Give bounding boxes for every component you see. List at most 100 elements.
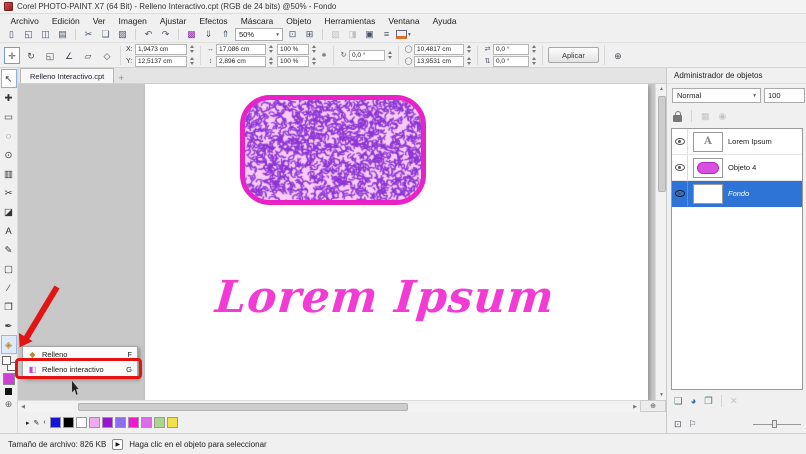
position-x-field[interactable]: 1,9473 cm — [135, 43, 187, 55]
menu-ver[interactable]: Ver — [86, 16, 112, 26]
menu-edicion[interactable]: Edición — [45, 16, 86, 26]
copy-icon[interactable]: ❏ — [98, 28, 113, 41]
fit-page-icon[interactable]: ⊡ — [674, 419, 682, 430]
navigator-button[interactable]: ⊕ — [640, 400, 666, 412]
spinner[interactable] — [267, 57, 274, 65]
spinner[interactable] — [310, 45, 317, 53]
menu-objeto[interactable]: Objeto — [280, 16, 318, 26]
palette-swatch[interactable] — [127, 417, 139, 428]
duplicate-object-button[interactable]: ❐ — [704, 396, 713, 407]
new-object-button[interactable]: ❏ — [674, 396, 683, 407]
palette-prev-icon[interactable]: ‹ — [43, 419, 45, 426]
vertical-scroll-thumb[interactable] — [657, 96, 666, 192]
paint-tool-icon[interactable]: ✎ — [1, 240, 17, 259]
spinner[interactable] — [267, 45, 274, 53]
undo-icon[interactable]: ↶ — [141, 28, 156, 41]
export-icon[interactable]: ⇑ — [218, 28, 233, 41]
transform-skew-button[interactable]: ∠ — [61, 47, 77, 64]
pick-tool-icon[interactable]: ↖ — [0, 69, 17, 88]
skew-h-field[interactable]: 0,0 ° — [493, 43, 529, 55]
cut-icon[interactable]: ✂ — [81, 28, 96, 41]
lorem-ipsum-text-object[interactable]: Lorem Ipsum — [153, 272, 617, 323]
polygon-tool-icon[interactable]: ❒ — [1, 297, 17, 316]
palette-scroll-icon[interactable]: ▸ — [26, 419, 30, 427]
palette-swatch[interactable] — [62, 417, 74, 428]
line-tool-icon[interactable]: ∕ — [1, 278, 17, 297]
center-origin-icon[interactable]: ◯ — [404, 45, 413, 53]
opacity-field[interactable]: 100 — [764, 88, 805, 103]
visibility-toggle[interactable] — [672, 155, 688, 180]
rounded-rectangle-object[interactable] — [240, 95, 426, 205]
spinner[interactable] — [530, 57, 537, 65]
window-layout-dropdown[interactable]: ▾ — [396, 30, 411, 39]
eyedropper-tool-icon[interactable]: ✒ — [1, 316, 17, 335]
proportional-lock-icon[interactable]: ✱ — [320, 52, 328, 59]
object-height-field[interactable]: 2,896 cm — [216, 55, 266, 67]
zoom-slider[interactable] — [753, 419, 801, 429]
mask-transform-tool-icon[interactable]: ✚ — [1, 88, 17, 107]
skew-v-field[interactable]: 0,0 ° — [493, 55, 529, 67]
zoom-level-combo[interactable]: 50% ▾ — [235, 28, 283, 41]
vertical-scrollbar[interactable]: ▲ ▼ — [655, 84, 666, 400]
apply-button[interactable]: Aplicar — [548, 47, 599, 63]
paste-icon[interactable]: ▨ — [115, 28, 130, 41]
rectangle-mask-tool-icon[interactable]: ▭ — [1, 107, 17, 126]
text-tool-icon[interactable]: A — [1, 221, 17, 240]
rectangle-tool-icon[interactable]: ▢ — [1, 259, 17, 278]
customize-toolbox-icon[interactable]: ⊕ — [5, 399, 13, 410]
pan-flag-icon[interactable]: ⚐ — [689, 419, 697, 430]
import-icon[interactable]: ⇓ — [201, 28, 216, 41]
slider-handle[interactable] — [772, 420, 777, 428]
spinner[interactable] — [465, 45, 472, 53]
foreground-color-swatch[interactable] — [2, 373, 15, 385]
print-icon[interactable]: ▤ — [55, 28, 70, 41]
background-color-swatch[interactable] — [5, 388, 12, 395]
palette-swatch[interactable] — [49, 417, 61, 428]
show-rulers-icon[interactable]: ⊞ — [302, 28, 317, 41]
object-width-field[interactable]: 17,086 cm — [216, 43, 266, 55]
center-x-field[interactable]: 10,4817 cm — [414, 43, 464, 55]
scale-h-field[interactable]: 100 % — [277, 43, 309, 55]
transform-rotate-button[interactable]: ↻ — [23, 47, 39, 64]
palette-swatch[interactable] — [101, 417, 113, 428]
palette-swatch[interactable] — [75, 417, 87, 428]
spinner[interactable] — [188, 45, 195, 53]
spinner[interactable] — [188, 57, 195, 65]
layer-row-lorem-ipsum[interactable]: A Lorem Ipsum — [672, 129, 802, 155]
redo-icon[interactable]: ↷ — [158, 28, 173, 41]
open-icon[interactable]: ◱ — [21, 28, 36, 41]
transform-position-button[interactable]: ✛ — [4, 46, 20, 64]
menu-ayuda[interactable]: Ayuda — [426, 16, 463, 26]
position-y-field[interactable]: 12,5137 cm — [135, 55, 187, 67]
palette-swatch[interactable] — [140, 417, 152, 428]
transform-distort-button[interactable]: ▱ — [80, 47, 96, 64]
clone-tool-icon[interactable]: ▥ — [1, 164, 17, 183]
horizontal-scrollbar[interactable]: ◀ ▶ — [18, 400, 640, 412]
menu-ajustar[interactable]: Ajustar — [153, 16, 192, 26]
lock-transparency-icon[interactable] — [673, 110, 682, 122]
eraser-tool-icon[interactable]: ◪ — [1, 202, 17, 221]
freehand-mask-tool-icon[interactable]: ◌ — [1, 126, 17, 145]
center-y-field[interactable]: 13,9531 cm — [414, 55, 464, 67]
rotation-angle-field[interactable]: 0,0 ° — [349, 49, 385, 61]
layer-row-objeto-4[interactable]: Objeto 4 — [672, 155, 802, 181]
image-adjustment-lab-icon[interactable]: ▩ — [184, 28, 199, 41]
menu-herramientas[interactable]: Herramientas — [318, 16, 382, 26]
scale-v-field[interactable]: 100 % — [277, 55, 309, 67]
zoom-tool-icon[interactable]: ⊙ — [1, 145, 17, 164]
document-page[interactable]: Lorem Ipsum — [145, 84, 648, 400]
palette-swatch[interactable] — [166, 417, 178, 428]
palette-eyedropper-icon[interactable]: ✎ — [34, 419, 40, 427]
save-icon[interactable]: ◫ — [38, 28, 53, 41]
new-tab-button[interactable]: + — [114, 73, 128, 83]
center-origin-icon[interactable]: ◯ — [404, 57, 413, 65]
play-icon[interactable]: ▶ — [112, 438, 124, 450]
menu-efectos[interactable]: Efectos — [193, 16, 234, 26]
transform-perspective-button[interactable]: ◇ — [99, 47, 115, 64]
align-icon[interactable]: ≡ — [379, 28, 394, 41]
menu-ventana[interactable]: Ventana — [382, 16, 426, 26]
visibility-toggle[interactable] — [672, 129, 688, 154]
transparency-tool-icon[interactable] — [1, 356, 16, 371]
new-icon[interactable]: ▯ — [4, 28, 19, 41]
palette-swatch[interactable] — [88, 417, 100, 428]
